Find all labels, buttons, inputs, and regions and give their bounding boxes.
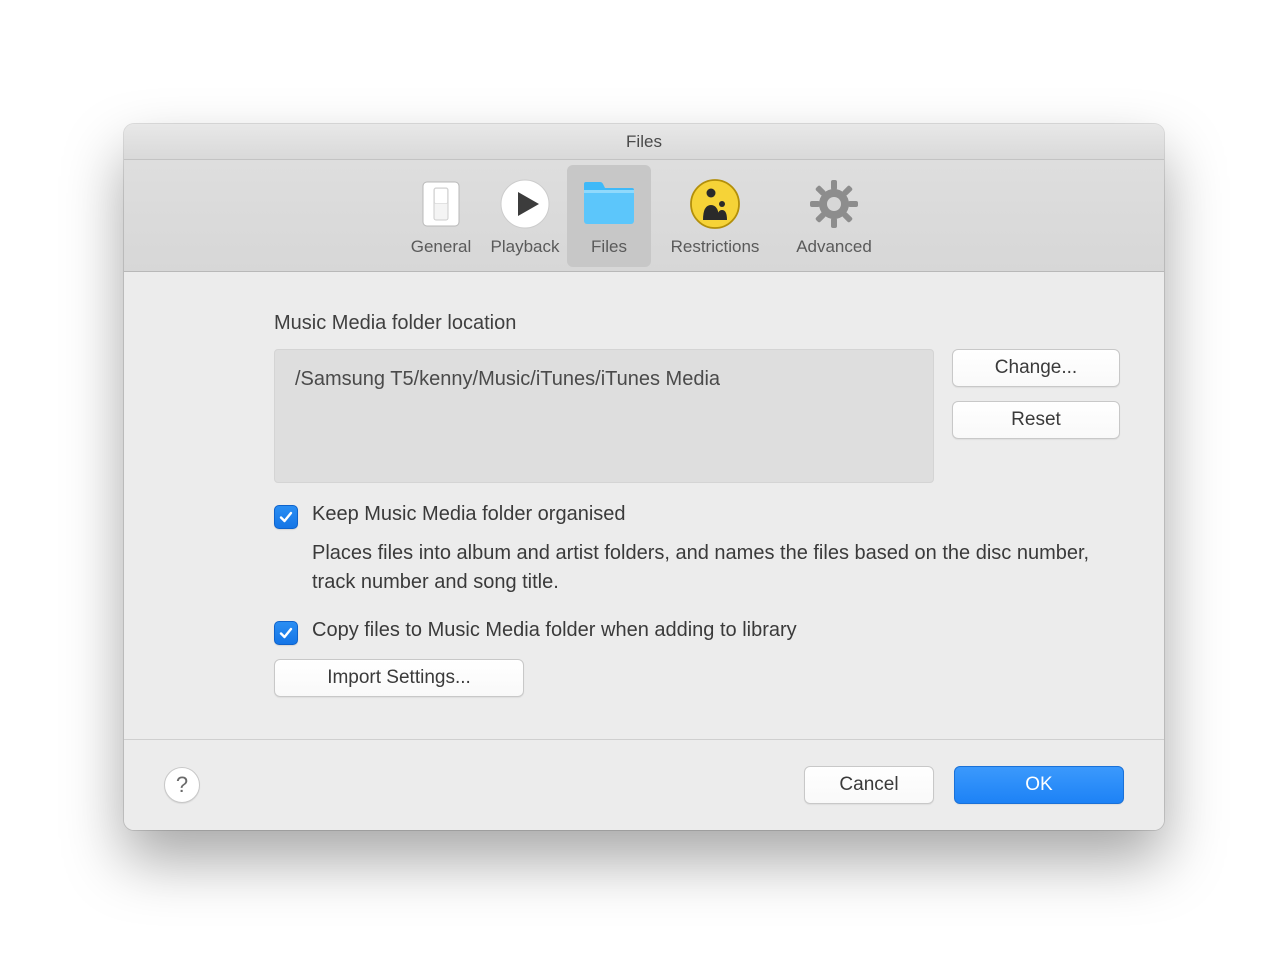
tab-label: Playback	[491, 237, 560, 257]
play-icon	[496, 175, 554, 233]
titlebar: Files	[124, 124, 1164, 160]
copy-files-label: Copy files to Music Media folder when ad…	[312, 619, 797, 642]
tab-files[interactable]: Files	[567, 165, 651, 267]
keep-organised-checkbox[interactable]	[274, 505, 298, 529]
keep-organised-row: Keep Music Media folder organised	[274, 503, 1124, 529]
switch-icon	[412, 175, 470, 233]
folder-location-label: Music Media folder location	[274, 312, 1124, 335]
folder-icon	[580, 175, 638, 233]
tab-advanced[interactable]: Advanced	[779, 165, 889, 267]
footer: ? Cancel OK	[124, 740, 1164, 830]
copy-files-checkbox[interactable]	[274, 621, 298, 645]
cancel-button[interactable]: Cancel	[804, 766, 934, 804]
parental-icon	[686, 175, 744, 233]
folder-location-row: /Samsung T5/kenny/Music/iTunes/iTunes Me…	[274, 349, 1124, 483]
tab-playback[interactable]: Playback	[483, 165, 567, 267]
import-settings-button[interactable]: Import Settings...	[274, 659, 524, 697]
ok-button[interactable]: OK	[954, 766, 1124, 804]
keep-organised-label: Keep Music Media folder organised	[312, 503, 626, 526]
content-pane: Music Media folder location /Samsung T5/…	[124, 272, 1164, 739]
tab-restrictions[interactable]: Restrictions	[651, 165, 779, 267]
tab-label: General	[411, 237, 471, 257]
copy-files-row: Copy files to Music Media folder when ad…	[274, 619, 1124, 645]
tab-general[interactable]: General	[399, 165, 483, 267]
preferences-window: Files General Playback	[124, 124, 1164, 830]
keep-organised-description: Places files into album and artist folde…	[312, 539, 1122, 597]
tab-label: Files	[591, 237, 627, 257]
reset-button[interactable]: Reset	[952, 401, 1120, 439]
gear-icon	[805, 175, 863, 233]
tab-label: Restrictions	[671, 237, 760, 257]
tab-label: Advanced	[796, 237, 872, 257]
change-button[interactable]: Change...	[952, 349, 1120, 387]
help-button[interactable]: ?	[164, 767, 200, 803]
folder-path-display: /Samsung T5/kenny/Music/iTunes/iTunes Me…	[274, 349, 934, 483]
window-title: Files	[626, 132, 662, 152]
preferences-toolbar: General Playback Files	[124, 160, 1164, 272]
